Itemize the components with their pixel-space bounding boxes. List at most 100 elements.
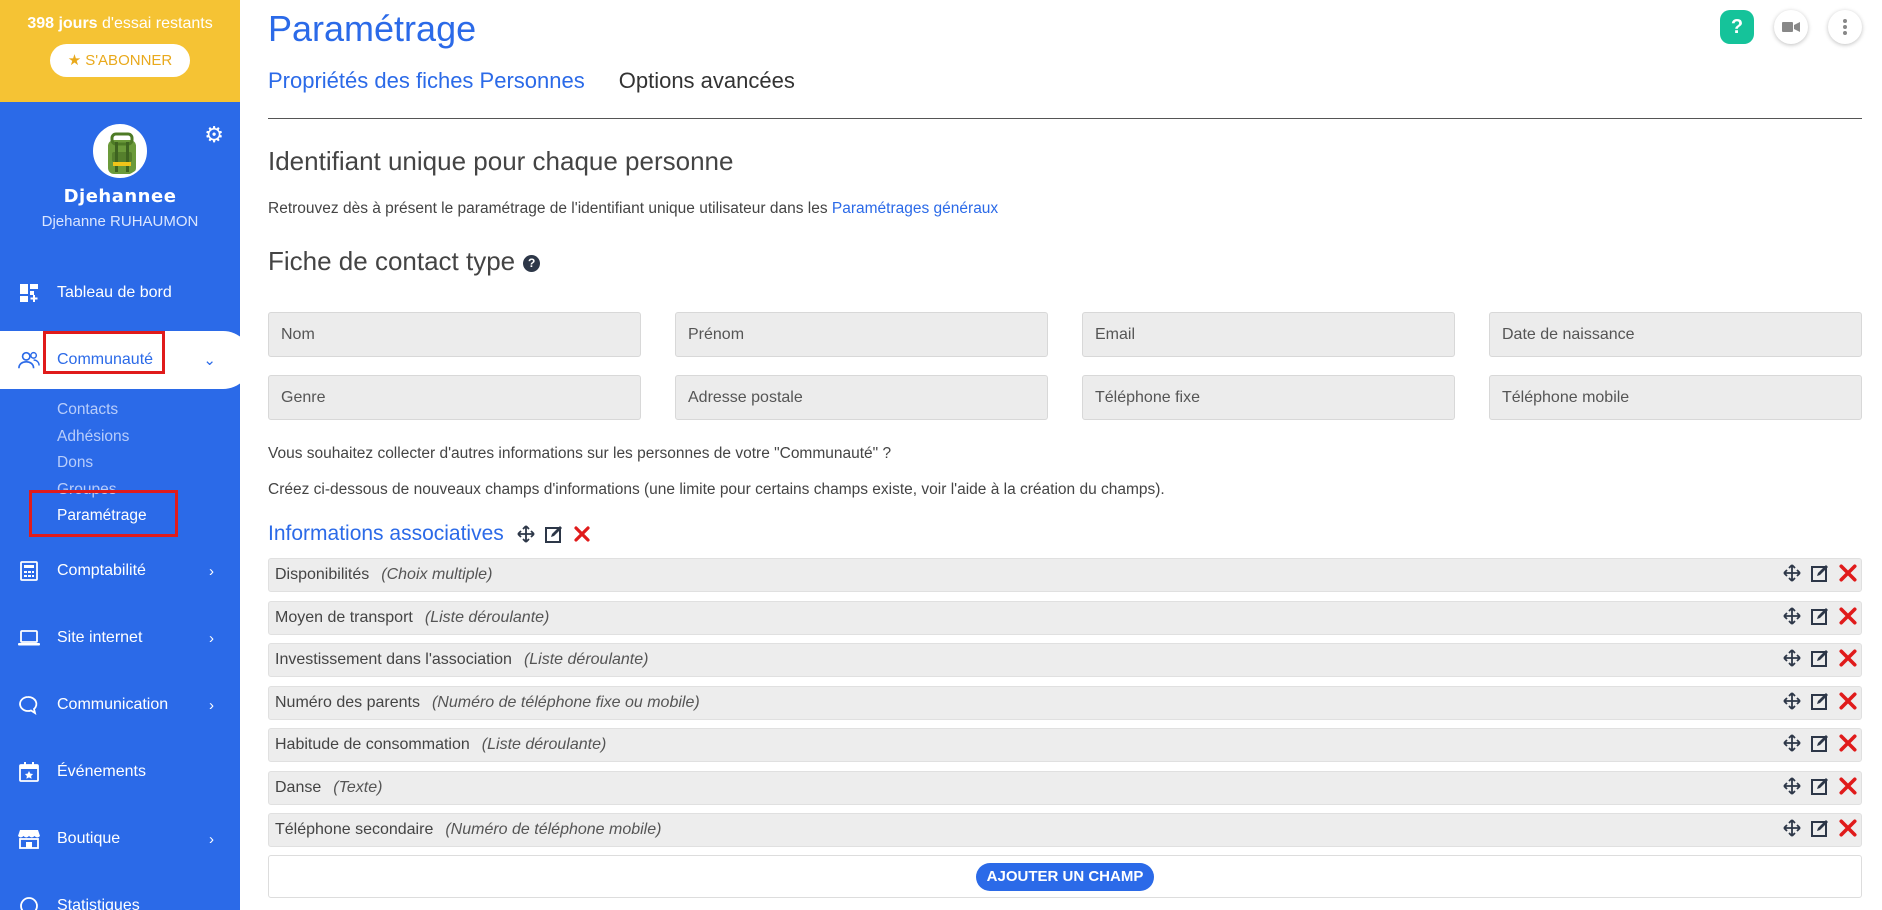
edit-icon[interactable] <box>1811 819 1829 842</box>
chevron-right-icon: › <box>209 696 214 714</box>
profile-fullname: Djehanne RUHAUMON <box>41 213 199 230</box>
move-icon[interactable] <box>1783 691 1801 715</box>
tab-advanced[interactable]: Options avancées <box>619 68 795 94</box>
edit-icon[interactable] <box>1811 649 1829 672</box>
star-icon: ★ <box>67 52 82 69</box>
row-actions <box>1783 734 1857 757</box>
nav-accounting[interactable]: Comptabilité › <box>0 538 240 605</box>
custom-field-row: Investissement dans l'association (Liste… <box>268 643 1862 677</box>
move-icon[interactable] <box>1783 649 1801 672</box>
help-icon[interactable]: ? <box>1720 10 1754 44</box>
chevron-right-icon: › <box>209 629 214 647</box>
edit-icon[interactable] <box>1811 564 1829 587</box>
calculator-icon <box>18 560 40 582</box>
custom-field-row: Habitude de consommation (Liste déroulan… <box>268 728 1862 762</box>
custom-field-type: (Liste déroulante) <box>481 736 607 753</box>
custom-field-type: (Numéro de téléphone fixe ou mobile) <box>431 693 700 711</box>
unique-id-heading: Identifiant unique pour chaque personne <box>268 146 734 176</box>
delete-icon[interactable] <box>572 524 592 544</box>
nav-communication[interactable]: Communication › <box>0 672 240 739</box>
move-icon[interactable] <box>1783 734 1801 757</box>
delete-icon[interactable] <box>1839 819 1857 842</box>
edit-icon[interactable] <box>544 524 564 544</box>
profile-username: Djehannee <box>63 186 177 207</box>
add-field-button[interactable]: AJOUTER UN CHAMP <box>975 862 1155 891</box>
tabs-divider <box>268 118 1862 119</box>
field-phone: Téléphone fixe <box>1082 375 1455 420</box>
field-mobile: Téléphone mobile <box>1489 375 1862 420</box>
dashboard-icon <box>18 282 40 304</box>
delete-icon[interactable] <box>1839 691 1857 715</box>
top-icons: ? <box>1720 10 1862 44</box>
custom-field-name: Disponibilités <box>275 566 370 583</box>
row-actions <box>1783 606 1857 630</box>
field-birthdate: Date de naissance <box>1489 312 1862 357</box>
row-actions <box>1783 649 1857 672</box>
custom-field-name: Danse <box>275 778 322 796</box>
users-icon <box>18 349 40 371</box>
edit-icon[interactable] <box>1811 734 1829 757</box>
calendar-icon <box>18 761 40 783</box>
delete-icon[interactable] <box>1839 606 1857 630</box>
subnav-item-adhesions[interactable]: Adhésions <box>57 424 240 451</box>
nav-events[interactable]: Événements <box>0 739 240 806</box>
custom-field-row: Danse (Texte) <box>268 770 1862 805</box>
custom-field-type: (Liste déroulante) <box>523 651 649 668</box>
custom-section-title: Informations associatives <box>268 522 600 546</box>
laptop-icon <box>18 627 40 649</box>
question-circle-icon[interactable]: ? <box>523 254 541 272</box>
highlight-community <box>43 331 165 374</box>
trial-banner: 398 jours d'essai restants ★ S'ABONNER <box>0 0 240 102</box>
avatar[interactable] <box>93 124 147 178</box>
move-icon[interactable] <box>1783 819 1801 842</box>
video-camera-icon[interactable] <box>1774 10 1808 44</box>
edit-icon[interactable] <box>1811 692 1829 715</box>
subscribe-button[interactable]: ★ S'ABONNER <box>49 44 191 77</box>
trial-text: 398 jours d'essai restants <box>27 15 213 32</box>
chevron-right-icon: › <box>209 830 214 848</box>
more-vertical-icon[interactable] <box>1828 10 1862 44</box>
custom-fields-list: Disponibilités (Choix multiple) Moyen de… <box>268 558 1862 856</box>
custom-field-name: Numéro des parents <box>275 693 420 711</box>
nav-stats[interactable]: Statistiques <box>0 873 240 910</box>
move-icon[interactable] <box>1783 606 1801 630</box>
edit-icon[interactable] <box>1811 607 1829 630</box>
move-icon[interactable] <box>1783 776 1801 800</box>
delete-icon[interactable] <box>1839 734 1857 757</box>
row-actions <box>1783 564 1857 587</box>
chevron-right-icon: › <box>209 562 214 580</box>
nav-dashboard[interactable]: Tableau de bord <box>0 259 240 326</box>
field-genre: Genre <box>268 375 641 420</box>
custom-section-label[interactable]: Informations associatives <box>268 522 504 546</box>
delete-icon[interactable] <box>1839 564 1857 587</box>
collect-question: Vous souhaitez collecter d'autres inform… <box>268 445 892 462</box>
custom-field-type: (Choix multiple) <box>381 566 493 583</box>
edit-icon[interactable] <box>1811 777 1829 800</box>
delete-icon[interactable] <box>1839 776 1857 800</box>
gear-icon[interactable]: ⚙ <box>204 122 224 148</box>
custom-field-type: (Numéro de téléphone mobile) <box>445 821 662 838</box>
custom-field-type: (Texte) <box>333 778 383 796</box>
custom-field-name: Habitude de consommation <box>275 736 470 753</box>
custom-field-row: Moyen de transport (Liste déroulante) <box>268 600 1862 635</box>
unique-id-text: Retrouvez dès à présent le paramétrage d… <box>268 200 999 217</box>
nav-shop[interactable]: Boutique › <box>0 806 240 873</box>
move-icon[interactable] <box>1783 564 1801 587</box>
subnav-item-contacts[interactable]: Contacts <box>57 397 240 424</box>
nav-website[interactable]: Site internet › <box>0 605 240 672</box>
delete-icon[interactable] <box>1839 649 1857 672</box>
page-title: Paramétrage <box>268 8 477 49</box>
sidebar: 398 jours d'essai restants ★ S'ABONNER ⚙ … <box>0 0 240 910</box>
store-icon <box>18 828 40 850</box>
row-actions <box>1783 819 1857 842</box>
field-prenom: Prénom <box>675 312 1048 357</box>
custom-field-row: Numéro des parents (Numéro de téléphone … <box>268 685 1862 720</box>
custom-field-row: Téléphone secondaire (Numéro de téléphon… <box>268 813 1862 847</box>
tab-properties[interactable]: Propriétés des fiches Personnes <box>268 68 585 94</box>
general-settings-link[interactable]: Paramétrages généraux <box>832 200 998 217</box>
custom-field-name: Moyen de transport <box>275 608 413 626</box>
add-field-container: AJOUTER UN CHAMP <box>268 855 1862 898</box>
move-icon[interactable] <box>516 524 536 544</box>
custom-field-name: Téléphone secondaire <box>275 821 434 838</box>
subnav-item-dons[interactable]: Dons <box>57 450 240 477</box>
